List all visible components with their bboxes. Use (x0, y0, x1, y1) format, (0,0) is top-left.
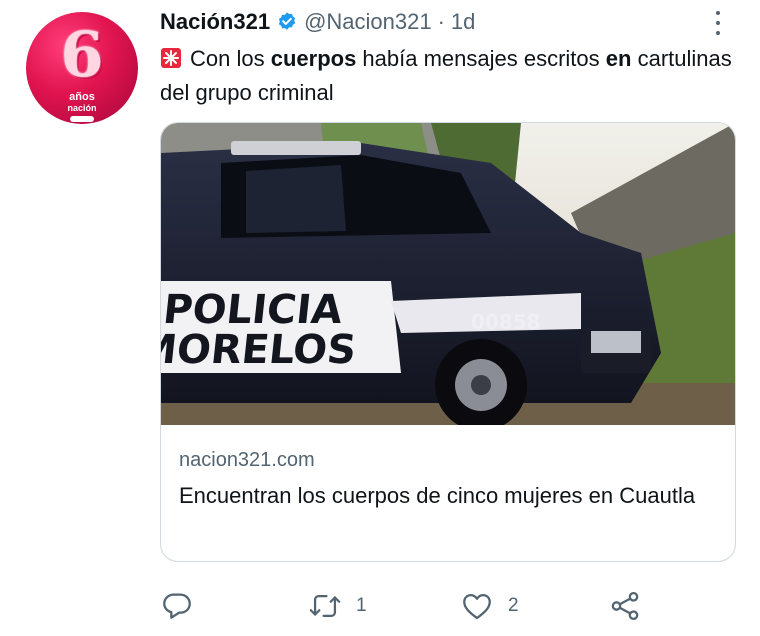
share-button[interactable] (608, 586, 642, 626)
link-card[interactable]: POLICIA MORELOS 00858 nacion321.com Encu… (160, 122, 736, 562)
like-button[interactable]: 2 (460, 586, 519, 626)
display-name[interactable]: Nación321 (160, 9, 270, 35)
tweet-segment-bold: en (605, 46, 632, 71)
verified-badge-icon (278, 12, 296, 30)
image-text-policia: POLICIA (161, 287, 345, 333)
avatar-caption: años nación (67, 91, 97, 114)
tweet-segment: había mensajes escritos (356, 46, 606, 71)
retweet-button[interactable]: 1 (308, 586, 367, 626)
tweet-segment: Con los (190, 46, 271, 71)
handle[interactable]: @Nacion321 (304, 9, 432, 35)
reply-icon (163, 593, 191, 619)
avatar[interactable]: 6 años nación (26, 12, 138, 124)
avatar-logo (70, 116, 94, 122)
tweet-text: Con los cuerpos había mensajes escritos … (160, 42, 750, 110)
card-domain: nacion321.com (179, 449, 315, 471)
like-icon (463, 593, 491, 620)
tweet-header: Nación321 @Nacion321 · 1d (160, 8, 475, 36)
avatar-number: 6 (60, 18, 104, 91)
like-count: 2 (508, 595, 519, 616)
tweet-segment-bold: cuerpos (270, 46, 357, 71)
retweet-icon (309, 594, 341, 618)
card-title: Encuentran los cuerpos de cinco mujeres … (179, 483, 696, 508)
siren-icon (161, 48, 181, 68)
card-image[interactable]: POLICIA MORELOS 00858 (161, 123, 735, 425)
timestamp[interactable]: 1d (451, 9, 475, 35)
reply-button[interactable] (160, 586, 208, 626)
image-text-morelos: MORELOS (161, 327, 358, 373)
image-unit-number: 00858 (471, 310, 541, 334)
separator: · (437, 9, 445, 34)
retweet-count: 1 (356, 595, 367, 616)
more-icon[interactable] (708, 8, 728, 38)
action-bar: 1 2 (160, 586, 720, 626)
share-icon (611, 591, 639, 621)
